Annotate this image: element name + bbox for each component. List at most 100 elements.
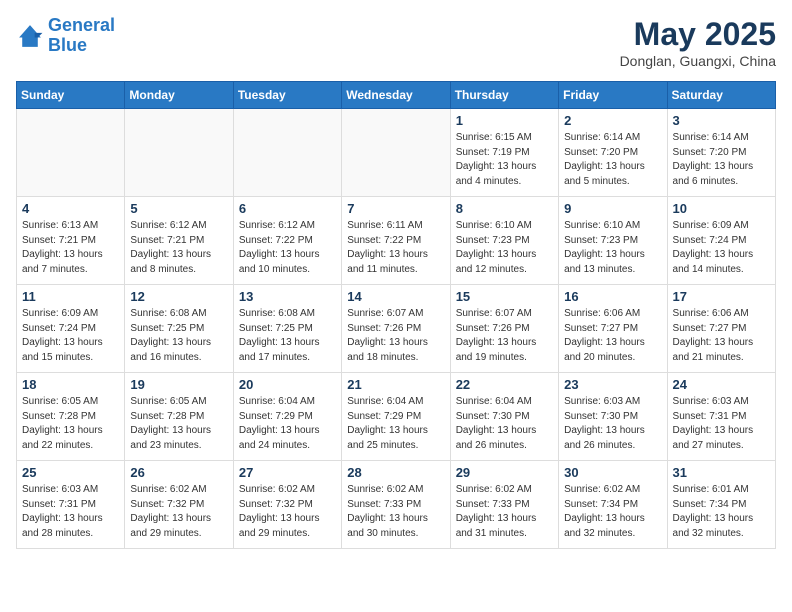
day-number: 1	[456, 113, 553, 128]
calendar-cell: 29Sunrise: 6:02 AM Sunset: 7:33 PM Dayli…	[450, 461, 558, 549]
week-row-1: 1 Sunrise: 6:15 AM Sunset: 7:19 PM Daylig…	[17, 109, 776, 197]
day-info: Sunrise: 6:05 AM Sunset: 7:28 PM Dayligh…	[130, 395, 227, 453]
day-number: 17	[673, 289, 770, 304]
day-info: Sunrise: 6:06 AM Sunset: 7:27 PM Dayligh…	[564, 307, 661, 365]
day-number: 8	[456, 201, 553, 216]
day-number: 18	[22, 377, 119, 392]
calendar-cell: 10 Sunrise: 6:09 AM Sunset: 7:24 PM Dayli…	[667, 197, 775, 285]
day-info: Sunrise: 6:02 AM Sunset: 7:34 PM Dayligh…	[564, 483, 661, 541]
day-number: 10	[673, 201, 770, 216]
title-area: May 2025 Donglan, Guangxi, China	[620, 16, 776, 69]
weekday-header-saturday: Saturday	[667, 82, 775, 109]
weekday-header-tuesday: Tuesday	[233, 82, 341, 109]
calendar-cell: 19 Sunrise: 6:05 AM Sunset: 7:28 PM Dayli…	[125, 373, 233, 461]
day-info: Sunrise: 6:03 AM Sunset: 7:31 PM Dayligh…	[673, 395, 770, 453]
weekday-header-monday: Monday	[125, 82, 233, 109]
day-info: Sunrise: 6:06 AM Sunset: 7:27 PM Dayligh…	[673, 307, 770, 365]
day-info: Sunrise: 6:03 AM Sunset: 7:31 PM Dayligh…	[22, 483, 119, 541]
day-number: 28	[347, 465, 444, 480]
logo-line1: General	[48, 16, 115, 36]
calendar-cell: 5 Sunrise: 6:12 AM Sunset: 7:21 PM Daylig…	[125, 197, 233, 285]
day-number: 2	[564, 113, 661, 128]
day-info: Sunrise: 6:09 AM Sunset: 7:24 PM Dayligh…	[22, 307, 119, 365]
day-number: 5	[130, 201, 227, 216]
day-info: Sunrise: 6:15 AM Sunset: 7:19 PM Dayligh…	[456, 131, 553, 189]
day-number: 7	[347, 201, 444, 216]
day-number: 30	[564, 465, 661, 480]
day-number: 21	[347, 377, 444, 392]
calendar-cell: 18 Sunrise: 6:05 AM Sunset: 7:28 PM Dayli…	[17, 373, 125, 461]
day-info: Sunrise: 6:08 AM Sunset: 7:25 PM Dayligh…	[239, 307, 336, 365]
calendar-cell: 21 Sunrise: 6:04 AM Sunset: 7:29 PM Dayli…	[342, 373, 450, 461]
weekday-header-sunday: Sunday	[17, 82, 125, 109]
calendar-cell: 16 Sunrise: 6:06 AM Sunset: 7:27 PM Dayli…	[559, 285, 667, 373]
day-info: Sunrise: 6:14 AM Sunset: 7:20 PM Dayligh…	[564, 131, 661, 189]
month-title: May 2025	[620, 16, 776, 53]
day-info: Sunrise: 6:14 AM Sunset: 7:20 PM Dayligh…	[673, 131, 770, 189]
day-number: 15	[456, 289, 553, 304]
day-info: Sunrise: 6:03 AM Sunset: 7:30 PM Dayligh…	[564, 395, 661, 453]
weekday-header-friday: Friday	[559, 82, 667, 109]
day-number: 16	[564, 289, 661, 304]
day-number: 25	[22, 465, 119, 480]
calendar-cell: 1 Sunrise: 6:15 AM Sunset: 7:19 PM Daylig…	[450, 109, 558, 197]
calendar-cell: 9Sunrise: 6:10 AM Sunset: 7:23 PM Daylig…	[559, 197, 667, 285]
day-number: 24	[673, 377, 770, 392]
calendar-cell: 11 Sunrise: 6:09 AM Sunset: 7:24 PM Dayli…	[17, 285, 125, 373]
day-info: Sunrise: 6:07 AM Sunset: 7:26 PM Dayligh…	[347, 307, 444, 365]
calendar-cell: 25 Sunrise: 6:03 AM Sunset: 7:31 PM Dayli…	[17, 461, 125, 549]
day-info: Sunrise: 6:02 AM Sunset: 7:33 PM Dayligh…	[347, 483, 444, 541]
day-info: Sunrise: 6:13 AM Sunset: 7:21 PM Dayligh…	[22, 219, 119, 277]
day-number: 13	[239, 289, 336, 304]
day-info: Sunrise: 6:04 AM Sunset: 7:30 PM Dayligh…	[456, 395, 553, 453]
calendar-cell: 13 Sunrise: 6:08 AM Sunset: 7:25 PM Dayli…	[233, 285, 341, 373]
calendar-cell	[125, 109, 233, 197]
week-row-3: 11 Sunrise: 6:09 AM Sunset: 7:24 PM Dayli…	[17, 285, 776, 373]
day-number: 31	[673, 465, 770, 480]
calendar-table: SundayMondayTuesdayWednesdayThursdayFrid…	[16, 81, 776, 549]
calendar-cell: 17 Sunrise: 6:06 AM Sunset: 7:27 PM Dayli…	[667, 285, 775, 373]
day-number: 20	[239, 377, 336, 392]
day-info: Sunrise: 6:02 AM Sunset: 7:32 PM Dayligh…	[239, 483, 336, 541]
calendar-cell	[342, 109, 450, 197]
day-info: Sunrise: 6:01 AM Sunset: 7:34 PM Dayligh…	[673, 483, 770, 541]
calendar-cell: 23Sunrise: 6:03 AM Sunset: 7:30 PM Dayli…	[559, 373, 667, 461]
calendar-cell: 27 Sunrise: 6:02 AM Sunset: 7:32 PM Dayli…	[233, 461, 341, 549]
day-info: Sunrise: 6:04 AM Sunset: 7:29 PM Dayligh…	[347, 395, 444, 453]
day-info: Sunrise: 6:10 AM Sunset: 7:23 PM Dayligh…	[456, 219, 553, 277]
day-info: Sunrise: 6:12 AM Sunset: 7:21 PM Dayligh…	[130, 219, 227, 277]
calendar-cell: 6Sunrise: 6:12 AM Sunset: 7:22 PM Daylig…	[233, 197, 341, 285]
day-number: 29	[456, 465, 553, 480]
calendar-cell: 12Sunrise: 6:08 AM Sunset: 7:25 PM Dayli…	[125, 285, 233, 373]
calendar-cell: 14Sunrise: 6:07 AM Sunset: 7:26 PM Dayli…	[342, 285, 450, 373]
page-header: General Blue May 2025 Donglan, Guangxi, …	[16, 16, 776, 69]
calendar-cell	[17, 109, 125, 197]
day-number: 26	[130, 465, 227, 480]
logo: General Blue	[16, 16, 115, 56]
day-number: 11	[22, 289, 119, 304]
day-info: Sunrise: 6:09 AM Sunset: 7:24 PM Dayligh…	[673, 219, 770, 277]
weekday-header-thursday: Thursday	[450, 82, 558, 109]
week-row-4: 18 Sunrise: 6:05 AM Sunset: 7:28 PM Dayli…	[17, 373, 776, 461]
day-number: 12	[130, 289, 227, 304]
calendar-cell: 26Sunrise: 6:02 AM Sunset: 7:32 PM Dayli…	[125, 461, 233, 549]
day-info: Sunrise: 6:11 AM Sunset: 7:22 PM Dayligh…	[347, 219, 444, 277]
calendar-cell: 30 Sunrise: 6:02 AM Sunset: 7:34 PM Dayli…	[559, 461, 667, 549]
calendar-cell: 2 Sunrise: 6:14 AM Sunset: 7:20 PM Daylig…	[559, 109, 667, 197]
day-info: Sunrise: 6:05 AM Sunset: 7:28 PM Dayligh…	[22, 395, 119, 453]
day-number: 27	[239, 465, 336, 480]
week-row-2: 4Sunrise: 6:13 AM Sunset: 7:21 PM Daylig…	[17, 197, 776, 285]
calendar-cell: 31 Sunrise: 6:01 AM Sunset: 7:34 PM Dayli…	[667, 461, 775, 549]
day-info: Sunrise: 6:07 AM Sunset: 7:26 PM Dayligh…	[456, 307, 553, 365]
calendar-cell: 28 Sunrise: 6:02 AM Sunset: 7:33 PM Dayli…	[342, 461, 450, 549]
week-row-5: 25 Sunrise: 6:03 AM Sunset: 7:31 PM Dayli…	[17, 461, 776, 549]
day-number: 19	[130, 377, 227, 392]
day-number: 9	[564, 201, 661, 216]
calendar-cell: 3Sunrise: 6:14 AM Sunset: 7:20 PM Daylig…	[667, 109, 775, 197]
calendar-cell: 15 Sunrise: 6:07 AM Sunset: 7:26 PM Dayli…	[450, 285, 558, 373]
calendar-cell: 7 Sunrise: 6:11 AM Sunset: 7:22 PM Daylig…	[342, 197, 450, 285]
weekday-header-row: SundayMondayTuesdayWednesdayThursdayFrid…	[17, 82, 776, 109]
calendar-cell: 22Sunrise: 6:04 AM Sunset: 7:30 PM Dayli…	[450, 373, 558, 461]
logo-line2: Blue	[48, 36, 115, 56]
calendar-cell: 20Sunrise: 6:04 AM Sunset: 7:29 PM Dayli…	[233, 373, 341, 461]
